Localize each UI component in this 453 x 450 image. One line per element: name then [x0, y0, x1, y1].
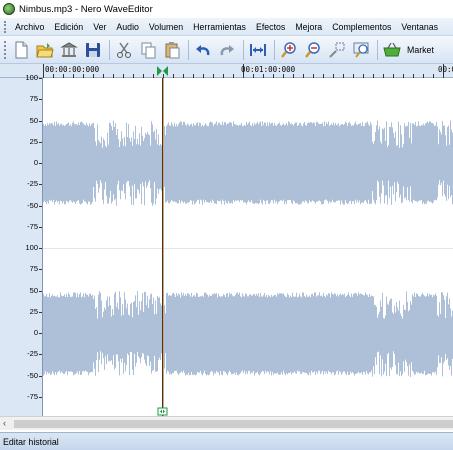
- toolbar-separator: [274, 39, 275, 60]
- scroll-left-arrow-icon[interactable]: ‹: [3, 418, 6, 428]
- menu-complementos[interactable]: Complementos: [327, 22, 396, 32]
- undo-button[interactable]: [192, 39, 214, 61]
- status-bar: Editar historial: [0, 432, 453, 450]
- menu-volumen[interactable]: Volumen: [144, 22, 188, 32]
- toolbar-separator: [188, 39, 189, 60]
- axis-label: -25: [27, 349, 38, 358]
- paste-icon: [165, 41, 180, 58]
- redo-icon: [220, 44, 234, 55]
- menu-efectos[interactable]: Efectos: [251, 22, 290, 32]
- axis-label: 75: [29, 94, 38, 103]
- menu-edicion[interactable]: Edición: [49, 22, 88, 32]
- axis-label: -75: [27, 392, 38, 401]
- undo-icon: [196, 44, 210, 55]
- zoom-out-icon: [305, 41, 320, 58]
- fit-width-button[interactable]: [247, 39, 269, 61]
- menu-audio[interactable]: Audio: [111, 22, 144, 32]
- menu-grip[interactable]: [4, 20, 6, 33]
- edit-history-label[interactable]: Editar historial: [3, 437, 59, 447]
- zoom-in-icon: [281, 41, 296, 58]
- paste-button[interactable]: [161, 39, 183, 61]
- horizontal-scrollbar[interactable]: ‹: [0, 416, 453, 430]
- main-toolbar: Market: [0, 36, 453, 64]
- axis-label: 25: [29, 137, 38, 146]
- waveform-editor[interactable]: 100 75 50 25 0 -25 -50 -75 100 75 50 25 …: [0, 73, 453, 416]
- zoom-full-button[interactable]: [350, 39, 372, 61]
- zoom-selection-button[interactable]: [326, 39, 348, 61]
- cut-icon: [117, 42, 131, 58]
- waveform-channel-right: [43, 291, 453, 377]
- axis-label: -50: [27, 201, 38, 210]
- zoom-selection-icon: [329, 42, 345, 58]
- save-button[interactable]: [82, 39, 104, 61]
- market-button[interactable]: [381, 39, 403, 61]
- copy-icon: [141, 42, 156, 58]
- axis-label: 50: [29, 286, 38, 295]
- open-folder-icon: [36, 42, 54, 57]
- library-button[interactable]: [58, 39, 80, 61]
- waveform-channel-left: [43, 120, 453, 206]
- window-title: Nimbus.mp3 - Nero WaveEditor: [19, 3, 153, 15]
- toolbar-separator: [243, 39, 244, 60]
- zoom-in-button[interactable]: [278, 39, 300, 61]
- menu-ver[interactable]: Ver: [88, 22, 111, 32]
- toolbar-separator: [109, 39, 110, 60]
- library-icon: [60, 41, 78, 57]
- title-bar: Nimbus.mp3 - Nero WaveEditor: [0, 0, 453, 18]
- axis-label: -75: [27, 222, 38, 231]
- toolbar-separator: [377, 39, 378, 60]
- cut-button[interactable]: [113, 39, 135, 61]
- fit-width-icon: [250, 43, 266, 56]
- ruler-label-2min: 00:02: [438, 65, 453, 74]
- time-ruler[interactable]: 00:00:00:000 00:01:00:000 00:02: [0, 64, 453, 78]
- market-label[interactable]: Market: [407, 45, 434, 55]
- toolbar-grip[interactable]: [4, 40, 6, 59]
- axis-label: 100: [25, 243, 38, 252]
- axis-label: -50: [27, 371, 38, 380]
- scrollbar-thumb[interactable]: [14, 420, 453, 428]
- new-file-button[interactable]: [10, 39, 32, 61]
- app-icon: [3, 3, 15, 15]
- market-basket-icon: [383, 42, 401, 56]
- waveform-canvas[interactable]: [43, 78, 453, 416]
- save-icon: [86, 42, 100, 57]
- redo-button[interactable]: [216, 39, 238, 61]
- playhead-handle-icon: [157, 407, 168, 416]
- axis-label: 50: [29, 116, 38, 125]
- open-button[interactable]: [34, 39, 56, 61]
- ruler-label-1min: 00:01:00:000: [241, 65, 296, 74]
- copy-button[interactable]: [137, 39, 159, 61]
- new-file-icon: [15, 41, 28, 58]
- axis-label: 0: [33, 158, 38, 167]
- menu-mejora[interactable]: Mejora: [290, 22, 327, 32]
- axis-label: 25: [29, 307, 38, 316]
- ruler-label-start: 00:00:00:000: [45, 65, 100, 74]
- amplitude-axis: 100 75 50 25 0 -25 -50 -75 100 75 50 25 …: [0, 73, 43, 416]
- axis-label: 75: [29, 264, 38, 273]
- zoom-full-icon: [353, 42, 369, 58]
- axis-label: -25: [27, 179, 38, 188]
- menu-herramientas[interactable]: Herramientas: [188, 22, 251, 32]
- menu-bar: Archivo Edición Ver Audio Volumen Herram…: [0, 18, 453, 36]
- menu-archivo[interactable]: Archivo: [10, 22, 49, 32]
- playhead-marker-icon: [157, 66, 168, 76]
- axis-label: 100: [25, 73, 38, 82]
- menu-ventanas[interactable]: Ventanas: [396, 22, 443, 32]
- zoom-out-button[interactable]: [302, 39, 324, 61]
- axis-label: 0: [33, 328, 38, 337]
